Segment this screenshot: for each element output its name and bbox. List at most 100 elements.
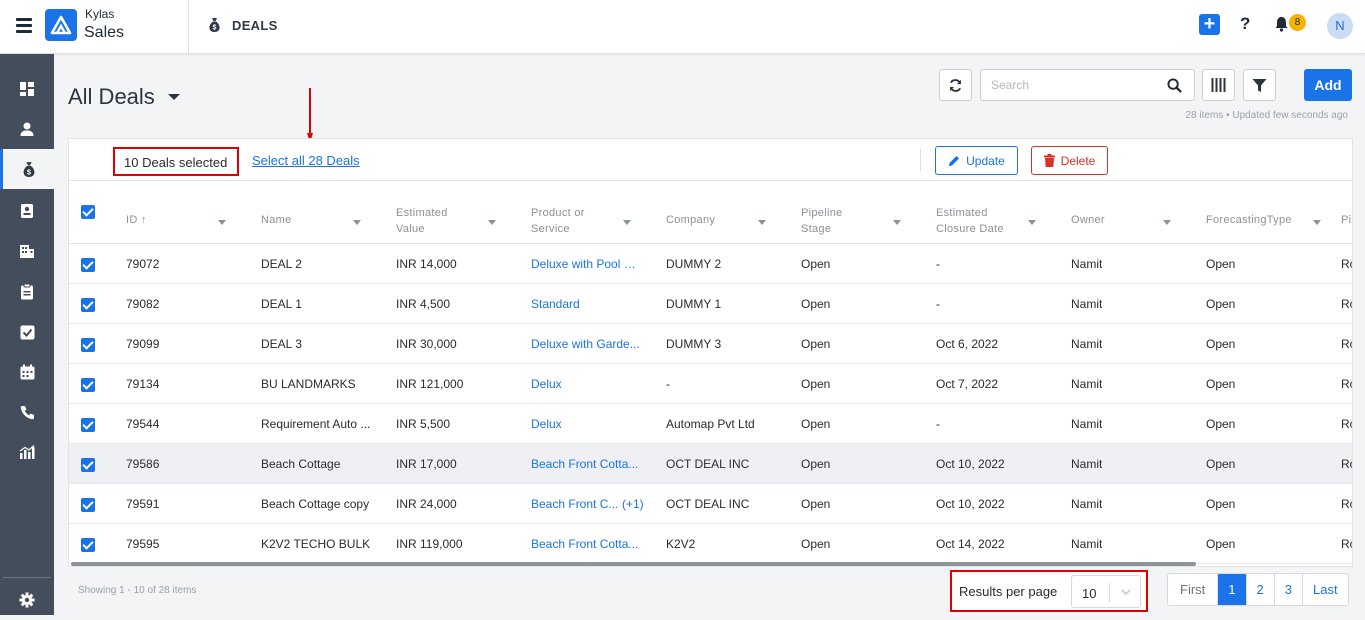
- table-row[interactable]: 79586 Beach Cottage INR 17,000 Beach Front …: [69, 444, 1352, 484]
- cell-name[interactable]: Beach Cottage copy: [261, 497, 369, 511]
- cell-product[interactable]: Beach Front C...: [531, 497, 618, 511]
- sidebar-item-deals[interactable]: $: [0, 149, 54, 189]
- column-header-product[interactable]: Product or Service: [531, 205, 601, 237]
- cell-forecasting-type: Open: [1206, 257, 1236, 271]
- sidebar-item-forms[interactable]: [0, 271, 54, 311]
- cell-product[interactable]: Delux: [531, 377, 562, 391]
- cell-product[interactable]: Delux: [531, 417, 562, 431]
- chevron-down-icon[interactable]: [168, 94, 180, 100]
- cell-estimated-value: INR 17,000: [396, 457, 457, 471]
- column-header-estimated-value[interactable]: Estimated Value: [396, 205, 466, 237]
- page-3[interactable]: 3: [1275, 574, 1303, 605]
- cell-estimated-value: INR 30,000: [396, 337, 457, 351]
- quick-add-button[interactable]: +: [1199, 14, 1220, 35]
- filter-icon: [1252, 78, 1267, 92]
- sidebar-item-reports[interactable]: [0, 432, 54, 472]
- cell-product[interactable]: Beach Front Cotta...: [531, 537, 638, 551]
- divider: [188, 0, 189, 54]
- cell-name[interactable]: DEAL 2: [261, 257, 302, 271]
- row-checkbox[interactable]: [81, 418, 95, 432]
- search-box[interactable]: [980, 69, 1195, 101]
- search-input[interactable]: [981, 70, 1161, 100]
- table-row[interactable]: 79082 DEAL 1 INR 4,500 Standard DUMMY 1 Open -…: [69, 284, 1352, 324]
- table-row[interactable]: 79099 DEAL 3 INR 30,000 Deluxe with Garde..…: [69, 324, 1352, 364]
- cell-pipeline: Ro: [1341, 537, 1352, 551]
- page-title[interactable]: All Deals: [68, 84, 155, 110]
- cell-pipeline-stage: Open: [801, 457, 831, 471]
- row-checkbox[interactable]: [81, 458, 95, 472]
- phone-icon: [20, 405, 34, 419]
- cell-id: 79586: [126, 457, 160, 471]
- menu-icon[interactable]: [16, 18, 32, 33]
- column-header-owner[interactable]: Owner: [1071, 212, 1105, 228]
- update-button[interactable]: Update: [935, 146, 1018, 175]
- table-row[interactable]: 79544 Requirement Auto ... INR 5,500 Delux A…: [69, 404, 1352, 444]
- refresh-button[interactable]: [939, 69, 972, 101]
- select-all-checkbox[interactable]: [81, 205, 95, 219]
- add-deal-button[interactable]: Add: [1304, 69, 1352, 101]
- cell-estimated-value: INR 5,500: [396, 417, 451, 431]
- sidebar-item-contacts[interactable]: [0, 191, 54, 231]
- columns-button[interactable]: [1202, 69, 1235, 101]
- sidebar-item-meetings[interactable]: [0, 352, 54, 392]
- select-all-link[interactable]: Select all 28 Deals: [252, 153, 360, 168]
- bell-icon[interactable]: [1274, 16, 1289, 35]
- column-header-company[interactable]: Company: [666, 212, 715, 228]
- sidebar-item-settings[interactable]: [0, 580, 54, 620]
- cell-forecasting-type: Open: [1206, 297, 1236, 311]
- kylas-logo[interactable]: [45, 9, 77, 41]
- cell-pipeline-stage: Open: [801, 337, 831, 351]
- sidebar-item-tasks[interactable]: [0, 312, 54, 352]
- cell-name[interactable]: Beach Cottage: [261, 457, 340, 471]
- column-header-id[interactable]: ID ↑: [126, 212, 147, 228]
- row-checkbox[interactable]: [81, 538, 95, 552]
- product-more-link[interactable]: (+1): [622, 497, 644, 511]
- cell-forecasting-type: Open: [1206, 457, 1236, 471]
- page-last[interactable]: Last: [1303, 574, 1348, 605]
- cell-id: 79072: [126, 257, 160, 271]
- page-first[interactable]: First: [1168, 574, 1219, 605]
- pencil-icon: [949, 155, 960, 166]
- sidebar-item-companies[interactable]: [0, 231, 54, 271]
- row-checkbox[interactable]: [81, 298, 95, 312]
- table-row[interactable]: 79134 BU LANDMARKS INR 121,000 Delux - Open Oc…: [69, 364, 1352, 404]
- page-2[interactable]: 2: [1247, 574, 1275, 605]
- cell-closure-date: Oct 10, 2022: [936, 457, 1005, 471]
- sidebar-item-leads[interactable]: [0, 109, 54, 149]
- row-checkbox[interactable]: [81, 338, 95, 352]
- cell-name[interactable]: Requirement Auto ...: [261, 417, 370, 431]
- cell-product[interactable]: Beach Front Cotta...: [531, 457, 638, 471]
- column-header-pipeline-stage[interactable]: Pipeline Stage: [801, 205, 861, 237]
- table-row[interactable]: 79595 K2V2 TECHO BULK INR 119,000 Beach Fro…: [69, 524, 1352, 564]
- cell-name[interactable]: BU LANDMARKS: [261, 377, 356, 391]
- row-checkbox[interactable]: [81, 498, 95, 512]
- column-header-forecasting-type[interactable]: ForecastingType: [1206, 212, 1292, 228]
- cell-product[interactable]: Deluxe with Pool vi...: [531, 257, 641, 271]
- selected-count: 10 Deals selected: [113, 147, 239, 176]
- sidebar: $: [0, 54, 54, 615]
- delete-button[interactable]: Delete: [1031, 146, 1108, 175]
- cell-product[interactable]: Deluxe with Garde...: [531, 337, 640, 351]
- column-header-name[interactable]: Name: [261, 212, 292, 228]
- table-row[interactable]: 79072 DEAL 2 INR 14,000 Deluxe with Pool vi…: [69, 244, 1352, 284]
- row-checkbox[interactable]: [81, 378, 95, 392]
- column-header-pipeline[interactable]: Pi: [1341, 212, 1351, 228]
- cell-name[interactable]: DEAL 3: [261, 337, 302, 351]
- filter-button[interactable]: [1243, 69, 1276, 101]
- help-icon[interactable]: ?: [1240, 14, 1250, 34]
- row-checkbox[interactable]: [81, 258, 95, 272]
- search-icon[interactable]: [1167, 78, 1182, 93]
- page-1[interactable]: 1: [1218, 574, 1247, 605]
- column-header-closure-date[interactable]: Estimated Closure Date: [936, 205, 1016, 237]
- sidebar-item-dashboard[interactable]: [0, 69, 54, 109]
- table-row[interactable]: 79591 Beach Cottage copy INR 24,000 Beach F…: [69, 484, 1352, 524]
- results-per-page-select[interactable]: 10: [1071, 575, 1141, 608]
- cell-product[interactable]: Standard: [531, 297, 580, 311]
- sidebar-item-calls[interactable]: [0, 392, 54, 432]
- cell-pipeline: Ro: [1341, 257, 1352, 271]
- annotation-arrow: [307, 88, 313, 143]
- cell-name[interactable]: DEAL 1: [261, 297, 302, 311]
- cell-name[interactable]: K2V2 TECHO BULK: [261, 537, 370, 551]
- avatar[interactable]: N: [1327, 13, 1353, 39]
- horizontal-scrollbar[interactable]: [71, 562, 1196, 566]
